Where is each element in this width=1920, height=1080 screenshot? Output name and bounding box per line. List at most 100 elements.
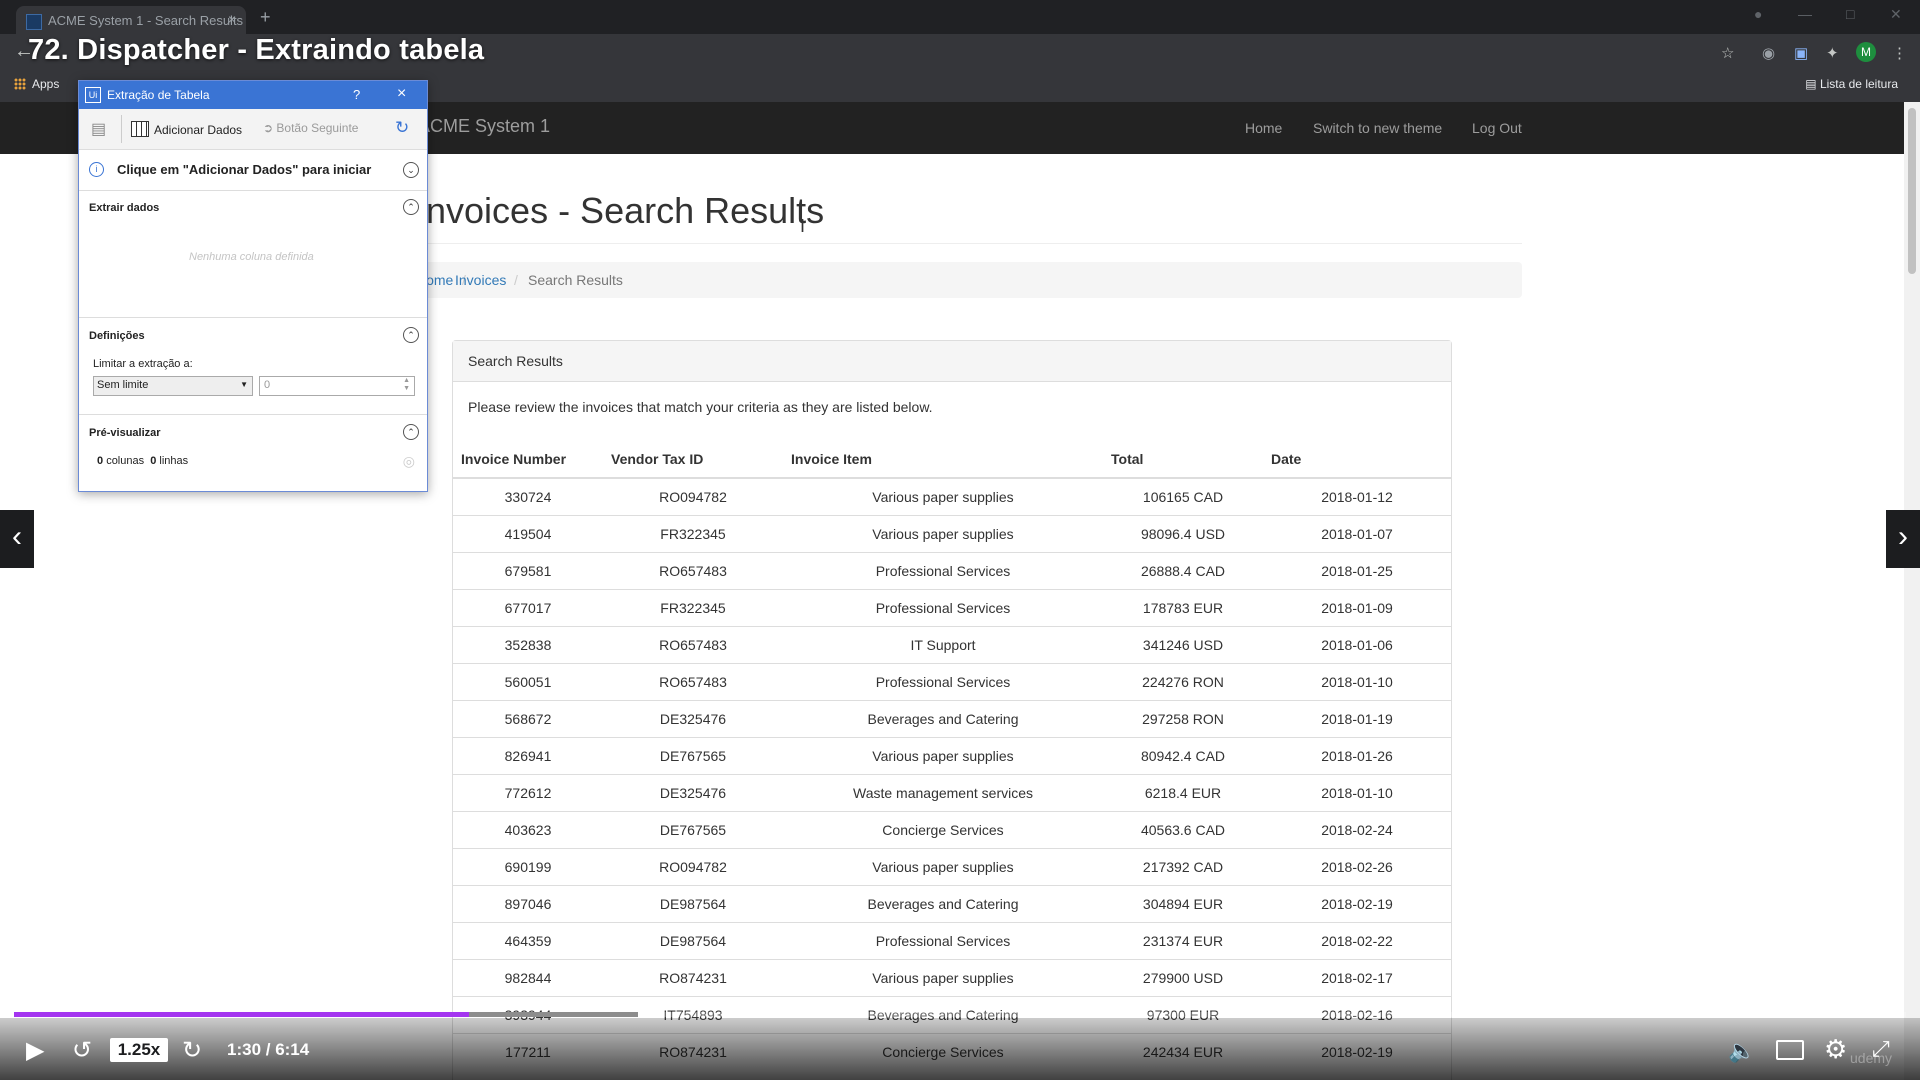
panel-heading-text: Search Results bbox=[468, 353, 563, 369]
cell-invoice-item: Beverages and Catering bbox=[783, 700, 1103, 738]
cell-date: 2018-01-26 bbox=[1263, 737, 1451, 775]
extract-section-title: Extrair dados bbox=[89, 202, 160, 214]
rewind-icon[interactable]: ↺ bbox=[72, 1036, 92, 1065]
columns-label: colunas bbox=[106, 455, 145, 467]
video-lecture-title: 72. Dispatcher - Extraindo tabela bbox=[28, 34, 485, 66]
cell-vendor-tax-id: DE987564 bbox=[603, 922, 783, 960]
cell-invoice-item: Professional Services bbox=[783, 589, 1103, 627]
cell-date: 2018-02-22 bbox=[1263, 922, 1451, 960]
cell-date: 2018-02-24 bbox=[1263, 811, 1451, 849]
new-tab-icon[interactable]: + bbox=[260, 7, 271, 28]
uipath-extension-icon[interactable]: ▣ bbox=[1794, 44, 1808, 62]
save-icon[interactable]: ▤ bbox=[91, 119, 106, 139]
cell-total: 279900 USD bbox=[1103, 959, 1263, 997]
breadcrumb-invoices[interactable]: Invoices bbox=[455, 272, 506, 288]
invoices-table: Invoice Number Vendor Tax ID Invoice Ite… bbox=[453, 441, 1451, 1070]
breadcrumb-current: Search Results bbox=[528, 272, 623, 288]
play-icon[interactable]: ▶ bbox=[26, 1036, 44, 1065]
help-button[interactable]: ? bbox=[353, 87, 360, 102]
bookmark-star-icon[interactable]: ☆ bbox=[1721, 44, 1734, 62]
cell-invoice-number: 982844 bbox=[453, 959, 603, 997]
previous-lecture-button[interactable]: ‹ bbox=[0, 510, 34, 568]
cell-invoice-item: Waste management services bbox=[783, 774, 1103, 812]
captions-icon[interactable] bbox=[1776, 1040, 1804, 1060]
dialog-toolbar: ▤ Adicionar Dados ➲ Botão Seguinte ↻ bbox=[79, 109, 427, 150]
cell-total: 217392 CAD bbox=[1103, 848, 1263, 886]
dialog-title: Extração de Tabela bbox=[107, 88, 210, 102]
cell-invoice-item: Professional Services bbox=[783, 552, 1103, 590]
cell-vendor-tax-id: DE987564 bbox=[603, 885, 783, 923]
refresh-icon[interactable]: ↻ bbox=[395, 118, 409, 138]
stepper-arrows-icon[interactable]: ▲ ▼ bbox=[403, 377, 410, 393]
eye-icon[interactable]: ◎ bbox=[403, 453, 415, 470]
puzzle-extensions-icon[interactable]: ✦ bbox=[1826, 44, 1839, 62]
table-header-row: Invoice Number Vendor Tax ID Invoice Ite… bbox=[453, 441, 1451, 479]
no-columns-placeholder: Nenhuma coluna definida bbox=[189, 251, 314, 263]
cell-total: 178783 EUR bbox=[1103, 589, 1263, 627]
page-title: Invoices - Search Results bbox=[416, 190, 825, 231]
cell-date: 2018-01-09 bbox=[1263, 589, 1451, 627]
playback-speed-button[interactable]: 1.25x bbox=[110, 1038, 168, 1062]
cell-vendor-tax-id: DE325476 bbox=[603, 774, 783, 812]
reading-list-label: Lista de leitura bbox=[1819, 77, 1898, 91]
nav-log-out[interactable]: Log Out bbox=[1472, 120, 1522, 136]
cell-date: 2018-02-17 bbox=[1263, 959, 1451, 997]
column-header: Vendor Tax ID bbox=[603, 441, 783, 479]
table-row: 352838 RO657483 IT Support 341246 USD 2018-0… bbox=[453, 626, 1451, 664]
column-header: Date bbox=[1263, 441, 1451, 479]
cell-vendor-tax-id: RO657483 bbox=[603, 663, 783, 701]
next-button[interactable]: ➲ Botão Seguinte bbox=[263, 121, 358, 135]
maximize-icon[interactable]: □ bbox=[1846, 6, 1854, 22]
preview-counts: 0 colunas 0 linhas bbox=[97, 455, 188, 467]
preview-section-title: Pré-visualizar bbox=[89, 427, 161, 439]
cell-vendor-tax-id: RO094782 bbox=[603, 477, 783, 516]
table-row: 982844 RO874231 Various paper supplies 2799… bbox=[453, 959, 1451, 997]
apps-label: Apps bbox=[32, 77, 60, 91]
columns-count: 0 bbox=[97, 455, 104, 467]
record-icon: ● bbox=[1754, 6, 1763, 22]
table-row: 330724 RO094782 Various paper supplies 1061… bbox=[453, 477, 1451, 516]
cell-total: 231374 EUR bbox=[1103, 922, 1263, 960]
cell-invoice-number: 352838 bbox=[453, 626, 603, 664]
chevron-up-icon[interactable]: ⌃ bbox=[403, 327, 419, 343]
nav-home[interactable]: Home bbox=[1245, 120, 1282, 136]
nav-switch-theme[interactable]: Switch to new theme bbox=[1313, 120, 1442, 136]
browser-tab[interactable]: ACME System 1 - Search Results × bbox=[16, 6, 246, 34]
next-lecture-button[interactable]: › bbox=[1886, 510, 1920, 568]
cell-invoice-number: 690199 bbox=[453, 848, 603, 886]
cell-vendor-tax-id: RO874231 bbox=[603, 959, 783, 997]
limit-dropdown[interactable]: Sem limite ▼ bbox=[93, 376, 253, 396]
cell-vendor-tax-id: RO657483 bbox=[603, 626, 783, 664]
cell-invoice-number: 826941 bbox=[453, 737, 603, 775]
video-progress-bar[interactable] bbox=[14, 1012, 1906, 1017]
browser-menu-icon[interactable]: ⋮ bbox=[1892, 44, 1907, 62]
extension-icon[interactable]: ◉ bbox=[1762, 44, 1775, 62]
title-divider bbox=[416, 243, 1522, 244]
cell-invoice-item: Beverages and Catering bbox=[783, 885, 1103, 923]
scrollbar-thumb[interactable] bbox=[1908, 108, 1916, 274]
cell-date: 2018-01-07 bbox=[1263, 515, 1451, 553]
reading-list-button[interactable]: ▤ Lista de leitura bbox=[1805, 77, 1898, 91]
page-scrollbar[interactable] bbox=[1904, 102, 1920, 1080]
close-tab-icon[interactable]: × bbox=[228, 11, 236, 27]
limit-count-stepper[interactable]: 0 ▲ ▼ bbox=[259, 376, 415, 396]
chevron-down-icon[interactable]: ⌄ bbox=[403, 162, 419, 178]
cell-vendor-tax-id: RO094782 bbox=[603, 848, 783, 886]
chevron-up-icon[interactable]: ⌃ bbox=[403, 199, 419, 215]
forward-icon[interactable]: ↻ bbox=[182, 1036, 202, 1065]
table-row: 419504 FR322345 Various paper supplies 9809… bbox=[453, 515, 1451, 553]
add-data-button[interactable]: Adicionar Dados bbox=[131, 121, 242, 137]
apps-bookmark[interactable]: Apps bbox=[14, 77, 59, 91]
cell-vendor-tax-id: DE767565 bbox=[603, 811, 783, 849]
profile-avatar[interactable]: M bbox=[1856, 42, 1876, 62]
settings-gear-icon[interactable]: ⚙ bbox=[1824, 1034, 1847, 1065]
site-brand[interactable]: ACME System 1 bbox=[418, 116, 550, 137]
extract-data-section: Extrair dados ⌃ Nenhuma coluna definida bbox=[79, 191, 427, 318]
dropdown-arrow-icon: ▼ bbox=[240, 380, 248, 389]
chevron-up-icon[interactable]: ⌃ bbox=[403, 424, 419, 440]
cell-vendor-tax-id: DE325476 bbox=[603, 700, 783, 738]
volume-icon[interactable]: 🔈 bbox=[1728, 1038, 1755, 1064]
dialog-close-button[interactable]: × bbox=[397, 85, 406, 103]
close-window-icon[interactable]: ✕ bbox=[1890, 6, 1902, 23]
minimize-icon[interactable]: — bbox=[1798, 6, 1812, 22]
